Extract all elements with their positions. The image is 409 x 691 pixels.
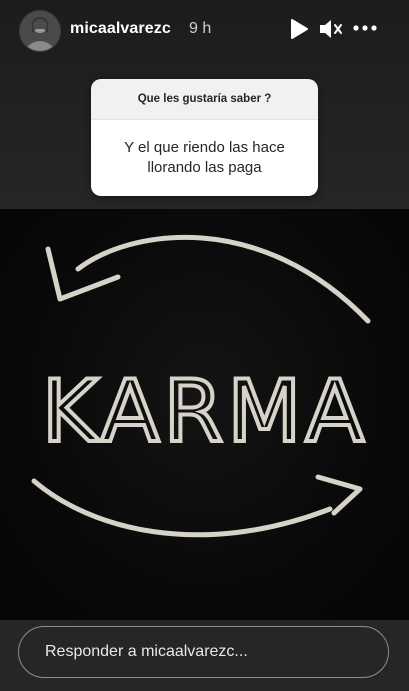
play-icon[interactable] [289,18,309,45]
karma-word: KARMA [42,362,369,462]
reply-input[interactable]: Responder a micaalvarezc... [18,626,389,678]
answer-line-1: Y el que riendo las hace [124,139,285,156]
answer-line-2: llorando las paga [147,159,262,176]
avatar[interactable] [20,11,60,51]
karma-chalkboard-image: KARMA [0,209,409,620]
question-title: Que les gustaría saber ? [91,79,318,119]
reply-bar: Responder a micaalvarezc... [0,620,409,691]
avatar-photo [20,11,60,51]
question-sticker: Que les gustaría saber ? Y el que riendo… [91,79,318,196]
karma-chalk-drawing: KARMA [31,234,371,538]
bottom-arrowhead [315,474,363,516]
timestamp: 9 h [189,20,212,37]
top-arc [75,234,371,324]
more-options-icon[interactable] [352,21,378,40]
story-header: micaalvarezc 9 h [0,0,409,62]
mute-icon[interactable] [318,18,344,45]
top-arrowhead [45,246,121,302]
bottom-arc [31,478,333,538]
username[interactable]: micaalvarezc [70,20,171,38]
question-answer: Y el que riendo las hace llorando las pa… [91,119,318,196]
